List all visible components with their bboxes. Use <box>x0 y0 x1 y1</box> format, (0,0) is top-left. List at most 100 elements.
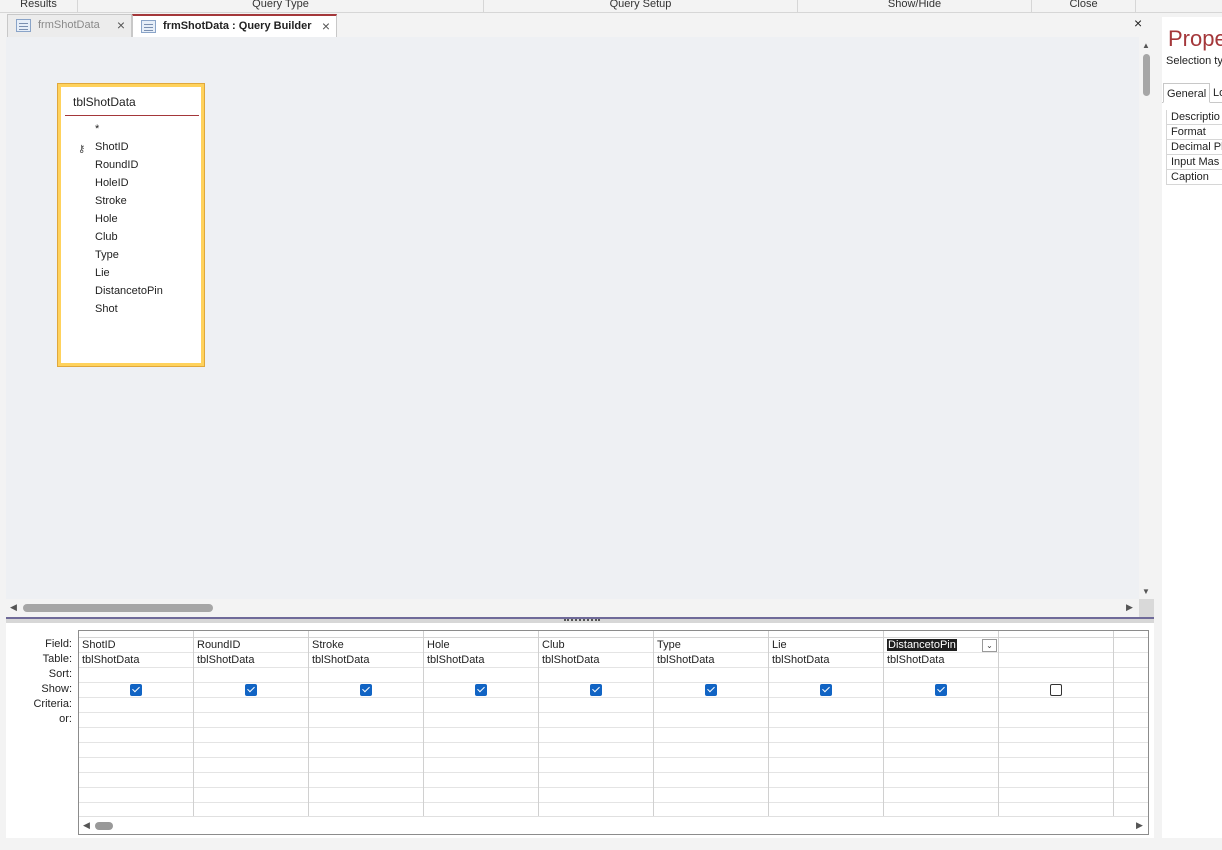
grid-cell-show[interactable] <box>194 683 308 698</box>
scroll-left-icon[interactable]: ◀ <box>10 602 17 613</box>
field-item-stroke[interactable]: Stroke <box>95 192 199 210</box>
grid-cell-table[interactable]: tblShotData <box>79 653 193 668</box>
grid-horizontal-scrollbar[interactable]: ◀ ▶ <box>79 816 1148 834</box>
property-format[interactable]: Format <box>1166 125 1222 140</box>
grid-cell-field[interactable] <box>1114 638 1148 653</box>
column-selector[interactable] <box>424 631 538 638</box>
grid-cell-extra1[interactable] <box>79 728 193 743</box>
grid-cell-extra4[interactable] <box>194 773 308 788</box>
grid-cell-sort[interactable] <box>309 668 423 683</box>
field-item-shot[interactable]: Shot <box>95 300 199 318</box>
grid-cell-show[interactable] <box>309 683 423 698</box>
field-item-all[interactable]: * <box>95 120 199 138</box>
field-item-shotid[interactable]: ⚷ ShotID <box>78 138 199 156</box>
grid-cell-field[interactable]: Lie <box>769 638 883 653</box>
grid-cell-extra5[interactable] <box>424 788 538 803</box>
field-item-distancetopin[interactable]: DistancetoPin <box>95 282 199 300</box>
grid-cell-criteria[interactable] <box>194 698 308 713</box>
grid-cell-extra4[interactable] <box>309 773 423 788</box>
grid-cell-extra2[interactable] <box>884 743 998 758</box>
grid-cell-extra3[interactable] <box>999 758 1113 773</box>
grid-cell-extra5[interactable] <box>999 788 1113 803</box>
show-checkbox[interactable] <box>1050 684 1062 696</box>
field-item-club[interactable]: Club <box>95 228 199 246</box>
grid-cell-criteria[interactable] <box>654 698 768 713</box>
grid-cell-criteria[interactable] <box>424 698 538 713</box>
show-checkbox[interactable] <box>360 684 372 696</box>
grid-cell-sort[interactable] <box>1114 668 1148 683</box>
scroll-left-icon[interactable]: ◀ <box>83 820 90 831</box>
close-icon[interactable]: × <box>322 16 330 37</box>
field-item-roundid[interactable]: RoundID <box>95 156 199 174</box>
grid-cell-show[interactable] <box>654 683 768 698</box>
grid-column[interactable] <box>1114 631 1148 818</box>
property-decimal-places[interactable]: Decimal Pl <box>1166 140 1222 155</box>
field-item-hole[interactable]: Hole <box>95 210 199 228</box>
grid-cell-field[interactable]: Club <box>539 638 653 653</box>
grid-cell-field[interactable] <box>999 638 1113 653</box>
grid-cell-extra3[interactable] <box>1114 758 1148 773</box>
grid-cell-extra3[interactable] <box>769 758 883 773</box>
grid-cell-extra2[interactable] <box>539 743 653 758</box>
close-document-button[interactable]: × <box>1134 15 1142 31</box>
grid-cell-show[interactable] <box>1114 683 1148 698</box>
grid-cell-extra2[interactable] <box>309 743 423 758</box>
grid-cell-criteria[interactable] <box>999 698 1113 713</box>
grid-cell-show[interactable] <box>79 683 193 698</box>
column-selector[interactable] <box>1114 631 1148 638</box>
grid-cell-extra2[interactable] <box>79 743 193 758</box>
grid-cell-extra3[interactable] <box>654 758 768 773</box>
grid-cell-extra4[interactable] <box>769 773 883 788</box>
grid-column[interactable]: Lie tblShotData <box>769 631 884 818</box>
scroll-right-icon[interactable]: ▶ <box>1126 602 1133 613</box>
column-selector[interactable] <box>194 631 308 638</box>
grid-cell-extra5[interactable] <box>769 788 883 803</box>
grid-cell-extra4[interactable] <box>654 773 768 788</box>
grid-cell-or[interactable] <box>194 713 308 728</box>
grid-cell-sort[interactable] <box>769 668 883 683</box>
grid-column[interactable]: DistancetoPin ⌄ tblShotData <box>884 631 999 818</box>
grid-column[interactable] <box>999 631 1114 818</box>
grid-cell-extra5[interactable] <box>79 788 193 803</box>
query-design-pane[interactable]: tblShotData * ⚷ ShotID RoundID HoleID St… <box>6 37 1139 599</box>
grid-cell-extra3[interactable] <box>884 758 998 773</box>
grid-cell-extra4[interactable] <box>424 773 538 788</box>
grid-cell-or[interactable] <box>309 713 423 728</box>
grid-cell-extra1[interactable] <box>194 728 308 743</box>
show-checkbox[interactable] <box>705 684 717 696</box>
grid-cell-extra2[interactable] <box>654 743 768 758</box>
grid-cell-table[interactable] <box>999 653 1113 668</box>
grid-scroll-thumb[interactable] <box>95 822 113 830</box>
scroll-down-icon[interactable]: ▼ <box>1142 587 1150 596</box>
field-item-holeid[interactable]: HoleID <box>95 174 199 192</box>
grid-cell-extra4[interactable] <box>884 773 998 788</box>
grid-cell-extra2[interactable] <box>1114 743 1148 758</box>
grid-cell-table[interactable]: tblShotData <box>539 653 653 668</box>
horizontal-scroll-thumb[interactable] <box>23 604 213 612</box>
column-selector[interactable] <box>309 631 423 638</box>
grid-cell-criteria[interactable] <box>539 698 653 713</box>
grid-cell-extra5[interactable] <box>884 788 998 803</box>
grid-cell-sort[interactable] <box>884 668 998 683</box>
column-selector[interactable] <box>884 631 998 638</box>
grid-cell-show[interactable] <box>999 683 1113 698</box>
grid-cell-criteria[interactable] <box>769 698 883 713</box>
grid-cell-extra3[interactable] <box>79 758 193 773</box>
column-selector[interactable] <box>539 631 653 638</box>
grid-cell-field[interactable]: DistancetoPin ⌄ <box>884 638 998 653</box>
grid-cell-extra5[interactable] <box>654 788 768 803</box>
grid-column[interactable]: Hole tblShotData <box>424 631 539 818</box>
grid-cell-show[interactable] <box>424 683 538 698</box>
scroll-right-icon[interactable]: ▶ <box>1136 820 1143 831</box>
grid-cell-field[interactable]: ShotID <box>79 638 193 653</box>
grid-cell-extra4[interactable] <box>79 773 193 788</box>
grid-column[interactable]: ShotID tblShotData <box>79 631 194 818</box>
grid-cell-extra3[interactable] <box>309 758 423 773</box>
grid-cell-or[interactable] <box>539 713 653 728</box>
grid-cell-field[interactable]: RoundID <box>194 638 308 653</box>
grid-cell-extra1[interactable] <box>999 728 1113 743</box>
grid-cell-extra5[interactable] <box>539 788 653 803</box>
grid-cell-field[interactable]: Hole <box>424 638 538 653</box>
grid-cell-extra5[interactable] <box>1114 788 1148 803</box>
splitter-grip-icon[interactable] <box>564 619 600 621</box>
